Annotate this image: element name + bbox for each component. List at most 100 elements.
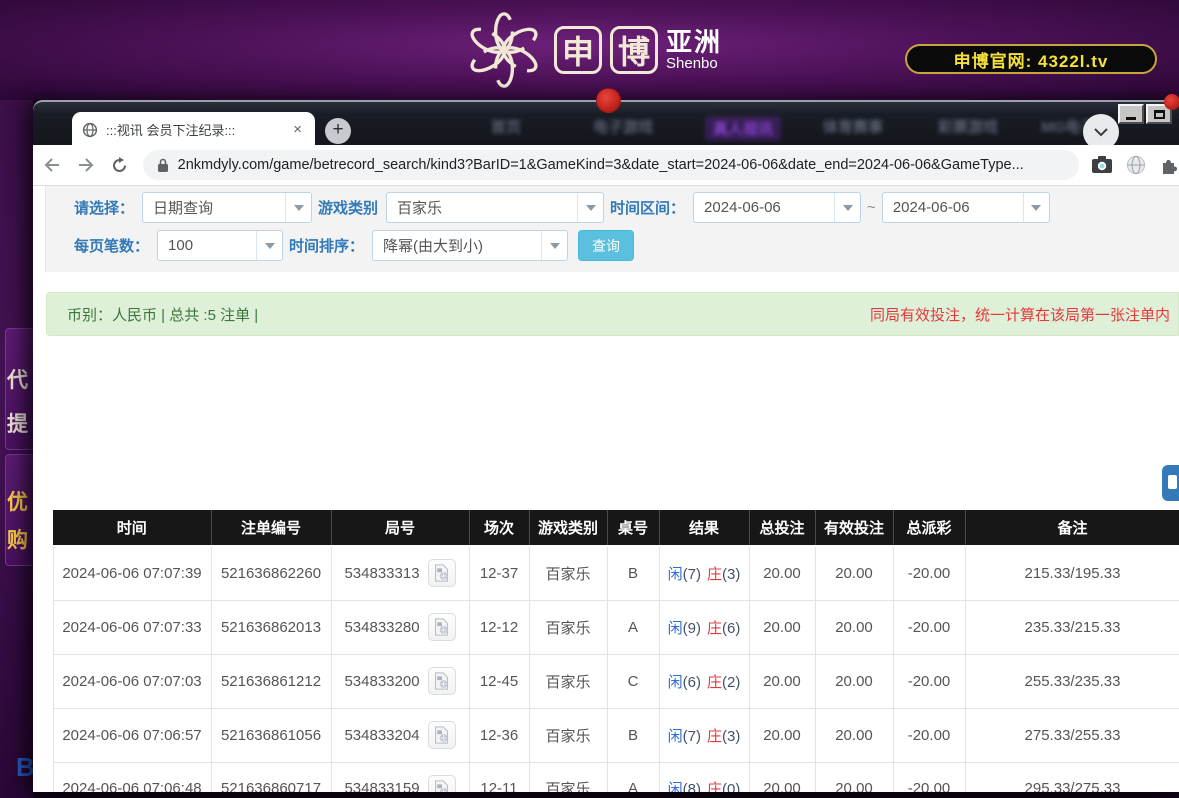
select-mode-label: 请选择： bbox=[74, 197, 134, 218]
result-banker-label: 庄 bbox=[707, 620, 722, 637]
bet-records-table: 时间 注单编号 局号 场次 游戏类别 桌号 结果 总投注 有效投注 总派彩 备注… bbox=[52, 510, 1179, 792]
background-page-left-strip: 代 提 优 购 Bl bbox=[0, 100, 33, 798]
lock-icon bbox=[157, 158, 169, 173]
browser-tab[interactable]: :::视讯 会员下注纪录::: × bbox=[72, 112, 315, 147]
window-controls bbox=[1118, 104, 1172, 124]
red-corner-badge bbox=[1164, 94, 1179, 110]
partial-blue-button[interactable] bbox=[1162, 465, 1179, 501]
background-nav-item: 体育赛事 bbox=[823, 116, 883, 137]
result-player-value: (6) bbox=[683, 674, 701, 691]
cell-note: 255.33/235.33 bbox=[965, 654, 1179, 708]
logo-char: 博 bbox=[618, 27, 650, 73]
video-replay-button[interactable] bbox=[428, 613, 456, 641]
cell-table-no: B bbox=[607, 546, 659, 600]
cell-session: 12-36 bbox=[469, 708, 529, 762]
query-mode-value: 日期查询 bbox=[143, 197, 285, 218]
result-banker-label: 庄 bbox=[707, 728, 722, 745]
date-end-value: 2024-06-06 bbox=[883, 199, 1023, 216]
cell-result: 闲(9)庄(6) bbox=[659, 600, 749, 654]
header-valid-bet: 有效投注 bbox=[815, 510, 893, 546]
video-replay-button[interactable] bbox=[428, 775, 456, 792]
cell-round-id: 534833204 bbox=[331, 708, 469, 762]
result-banker-label: 庄 bbox=[707, 566, 722, 583]
minimize-button[interactable] bbox=[1118, 104, 1144, 124]
cell-result: 闲(7)庄(3) bbox=[659, 546, 749, 600]
background-nav-item: 首页 bbox=[491, 116, 521, 137]
sort-select[interactable]: 降幂(由大到小) bbox=[372, 230, 568, 261]
back-arrow-icon bbox=[43, 157, 61, 173]
refresh-button[interactable] bbox=[105, 150, 135, 180]
video-file-icon bbox=[433, 618, 450, 636]
filter-panel: 请选择： 日期查询 游戏类别 百家乐 时间区间： 2024-06-06 ~ 20 bbox=[45, 186, 1179, 272]
date-end-select[interactable]: 2024-06-06 bbox=[882, 192, 1050, 223]
cell-time: 2024-06-06 07:07:33 bbox=[53, 600, 211, 654]
cell-total-bet-link[interactable]: 20.00 bbox=[749, 708, 815, 762]
video-replay-button[interactable] bbox=[428, 559, 456, 587]
result-player-value: (9) bbox=[683, 620, 701, 637]
caret-down-icon bbox=[550, 243, 560, 249]
cell-total-bet-link[interactable]: 20.00 bbox=[749, 600, 815, 654]
cell-note: 295.33/275.33 bbox=[965, 762, 1179, 792]
header-table-no: 桌号 bbox=[607, 510, 659, 546]
cell-valid-bet: 20.00 bbox=[815, 600, 893, 654]
cell-note: 235.33/215.33 bbox=[965, 600, 1179, 654]
cell-note: 215.33/195.33 bbox=[965, 546, 1179, 600]
tab-title: :::视讯 会员下注纪录::: bbox=[106, 120, 290, 139]
logo-char-box: 博 bbox=[610, 26, 658, 74]
logo-char: 申 bbox=[562, 27, 594, 73]
caret-box bbox=[541, 231, 567, 260]
result-banker-value: (0) bbox=[722, 781, 740, 792]
refresh-icon bbox=[111, 157, 128, 174]
video-replay-button[interactable] bbox=[428, 721, 456, 749]
address-bar[interactable]: 2nkmdyly.com/game/betrecord_search/kind3… bbox=[143, 150, 1079, 180]
caret-box bbox=[577, 193, 603, 222]
extensions-puzzle-icon[interactable] bbox=[1159, 155, 1179, 175]
filter-row-1: 请选择： 日期查询 游戏类别 百家乐 时间区间： 2024-06-06 ~ 20 bbox=[68, 192, 1050, 223]
caret-box bbox=[834, 193, 860, 222]
tab-favicon-globe-icon bbox=[82, 122, 98, 138]
cell-total-bet-link[interactable]: 20.00 bbox=[749, 654, 815, 708]
tab-close-icon[interactable]: × bbox=[290, 121, 305, 138]
date-start-select[interactable]: 2024-06-06 bbox=[693, 192, 861, 223]
table-row: 2024-06-06 07:07:39 521636862260 5348333… bbox=[53, 546, 1179, 600]
cell-session: 12-37 bbox=[469, 546, 529, 600]
forward-button[interactable] bbox=[71, 150, 101, 180]
cell-time: 2024-06-06 07:06:57 bbox=[53, 708, 211, 762]
query-mode-select[interactable]: 日期查询 bbox=[142, 192, 312, 223]
video-file-icon bbox=[433, 672, 450, 690]
date-range-label: 时间区间： bbox=[610, 197, 685, 218]
cell-table-no: A bbox=[607, 600, 659, 654]
result-banker-label: 庄 bbox=[707, 674, 722, 691]
result-banker-label: 庄 bbox=[707, 781, 722, 792]
header-round-id: 局号 bbox=[331, 510, 469, 546]
camera-icon[interactable] bbox=[1091, 155, 1113, 174]
site-logo: 申 博 亚洲 Shenbo bbox=[462, 6, 722, 94]
caret-down-icon bbox=[1031, 205, 1041, 211]
cell-total-bet-link[interactable]: 20.00 bbox=[749, 546, 815, 600]
result-banker-value: (2) bbox=[722, 674, 740, 691]
extension-globe-icon[interactable] bbox=[1126, 155, 1146, 175]
cell-round-id: 534833159 bbox=[331, 762, 469, 792]
caret-down-icon bbox=[265, 243, 275, 249]
cell-total-bet-link[interactable]: 20.00 bbox=[749, 762, 815, 792]
cell-valid-bet: 20.00 bbox=[815, 762, 893, 792]
header-session: 场次 bbox=[469, 510, 529, 546]
background-bottom-logo: Bl bbox=[16, 752, 33, 783]
official-site-button[interactable]: 申博官网: 4322l.tv bbox=[905, 44, 1157, 74]
per-page-select[interactable]: 100 bbox=[157, 230, 283, 261]
summary-currency-count: 币别：人民币 | 总共 :5 注单 | bbox=[67, 304, 258, 325]
cell-note: 275.33/255.33 bbox=[965, 708, 1179, 762]
filter-row-2: 每页笔数： 100 时间排序： 降幂(由大到小) 查询 bbox=[68, 230, 634, 261]
header-time: 时间 bbox=[53, 510, 211, 546]
result-player-value: (8) bbox=[683, 781, 701, 792]
cell-valid-bet: 20.00 bbox=[815, 654, 893, 708]
new-tab-button[interactable]: + bbox=[325, 118, 351, 144]
game-type-select[interactable]: 百家乐 bbox=[386, 192, 604, 223]
side-menu-fragment: 购 bbox=[7, 524, 28, 554]
cell-bet-id: 521636861212 bbox=[211, 654, 331, 708]
search-button[interactable]: 查询 bbox=[578, 230, 634, 261]
cell-result: 闲(8)庄(0) bbox=[659, 762, 749, 792]
back-button[interactable] bbox=[37, 150, 67, 180]
caret-down-icon bbox=[294, 205, 304, 211]
video-replay-button[interactable] bbox=[428, 667, 456, 695]
